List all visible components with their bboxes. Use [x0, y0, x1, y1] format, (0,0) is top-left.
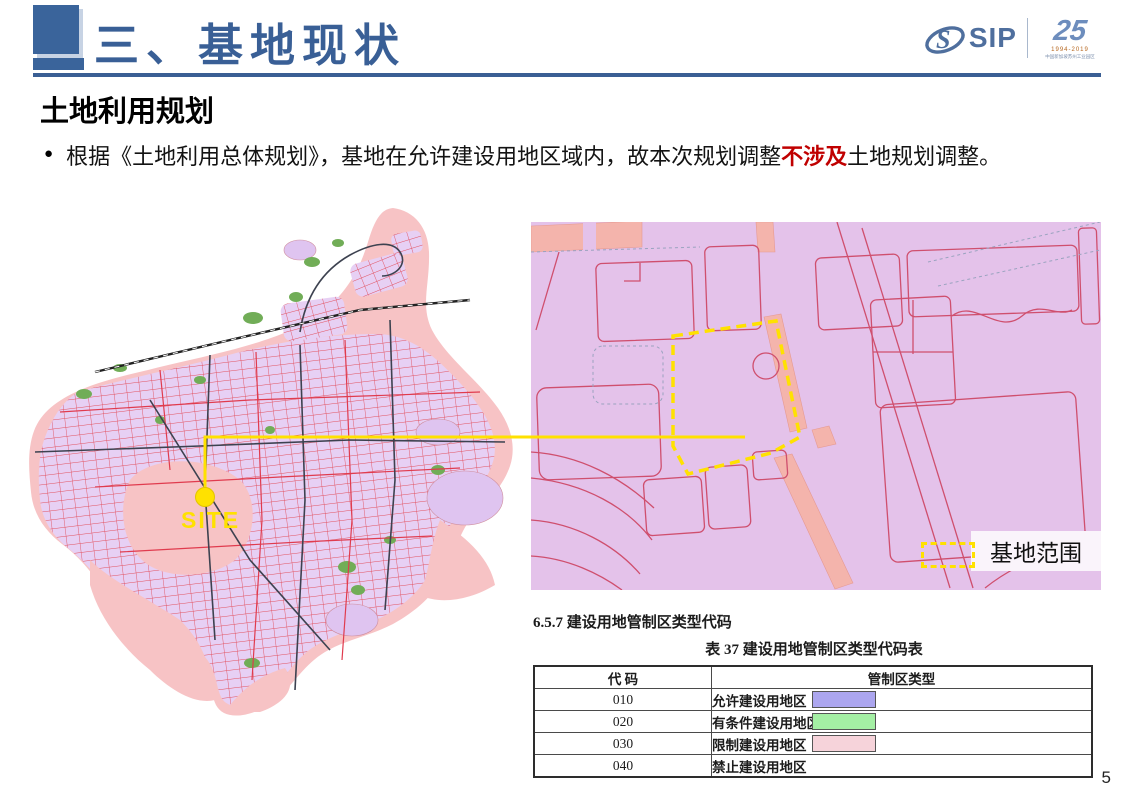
- code-table-block: 6.5.7 建设用地管制区类型代码 表 37 建设用地管制区类型代码表 代 码 …: [533, 611, 1095, 778]
- code-table-heading: 6.5.7 建设用地管制区类型代码: [533, 611, 1095, 632]
- column-header-type: 管制区类型: [712, 666, 1093, 689]
- anniversary-years: 1994-2019: [1051, 47, 1089, 53]
- land-use-overview-map: [25, 203, 520, 728]
- table-row: 010 允许建设用地区: [534, 689, 1092, 711]
- table-row: 030 限制建设用地区: [534, 733, 1092, 755]
- logo-divider: [1027, 18, 1028, 58]
- slide: 三、基地现状 S SIP 25 1994-2019 中国新加坡苏州工业园区 土地…: [0, 0, 1123, 794]
- bullet-text: 根据《土地利用总体规划》，基地在允许建设用地区域内，故本次规划调整不涉及土地规划…: [66, 139, 1001, 171]
- anniversary-caption: 中国新加坡苏州工业园区: [1045, 54, 1095, 59]
- section-title: 土地利用规划: [40, 88, 214, 130]
- zone-color-swatch: [812, 713, 876, 730]
- page-title: 三、基地现状: [94, 9, 406, 74]
- zone-color-swatch: [812, 735, 876, 752]
- anniversary-mark: 25 1994-2019 中国新加坡苏州工业园区: [1037, 17, 1103, 60]
- header-accent-bar: [33, 58, 84, 70]
- anniversary-number: 25: [1052, 17, 1088, 46]
- sip-logo: S SIP 25 1994-2019 中国新加坡苏州工业园区: [923, 16, 1103, 60]
- table-header-row: 代 码 管制区类型: [534, 666, 1092, 689]
- sip-s-ellipse-icon: S: [923, 16, 967, 60]
- header-accent-square: [33, 5, 79, 54]
- table-row: 020 有条件建设用地区: [534, 711, 1092, 733]
- page-number: 5: [1102, 768, 1111, 788]
- bullet-line: ● 根据《土地利用总体规划》，基地在允许建设用地区域内，故本次规划调整不涉及土地…: [44, 139, 1001, 171]
- urban-area: [39, 334, 495, 706]
- column-header-code: 代 码: [534, 666, 712, 689]
- code-table: 代 码 管制区类型 010 允许建设用地区 020 有条件建设用地区 030 限…: [533, 665, 1093, 778]
- site-label: SITE: [181, 507, 240, 534]
- svg-text:S: S: [936, 25, 950, 54]
- site-boundary-legend-label: 基地范围: [971, 531, 1101, 571]
- code-table-caption: 表 37 建设用地管制区类型代码表: [533, 638, 1095, 659]
- bullet-emphasis: 不涉及: [781, 144, 847, 169]
- bullet-marker: ●: [44, 145, 53, 162]
- zone-color-swatch: [812, 691, 876, 708]
- table-row: 040 禁止建设用地区: [534, 755, 1092, 778]
- header-rule: [33, 73, 1101, 77]
- site-boundary-legend-icon: [921, 542, 975, 568]
- sip-wordmark: SIP: [969, 22, 1017, 54]
